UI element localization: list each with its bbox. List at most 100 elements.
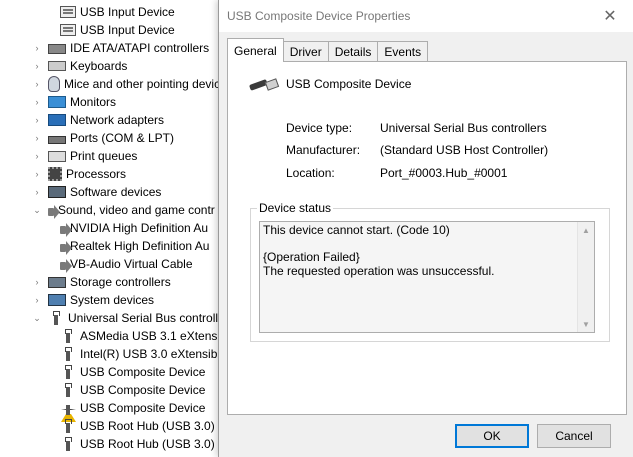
tree-item[interactable]: VB-Audio Virtual Cable (51, 255, 193, 273)
expand-chevron-icon[interactable]: ⌄ (32, 309, 42, 327)
tab-driver[interactable]: Driver (282, 41, 329, 62)
device-status-text: This device cannot start. (Code 10) {Ope… (263, 223, 495, 278)
tree-item-label: USB Input Device (80, 5, 175, 19)
software-icon (48, 186, 66, 198)
tree-item-label: USB Input Device (80, 23, 175, 37)
tab-strip: General Driver Details Events (227, 38, 429, 62)
tree-item[interactable]: › Processors (32, 165, 126, 183)
expand-chevron-icon[interactable]: › (32, 39, 42, 57)
monitor-icon (48, 96, 66, 108)
tree-item[interactable]: › Mice and other pointing devic (32, 75, 220, 93)
drive-icon (48, 44, 66, 54)
tree-item-label: Keyboards (70, 59, 128, 73)
device-type-label: Device type: (286, 121, 353, 135)
device-status-title: Device status (257, 201, 334, 215)
tree-item[interactable]: USB Input Device (51, 3, 175, 21)
tab-details[interactable]: Details (327, 41, 379, 62)
expand-chevron-icon[interactable]: › (32, 165, 42, 183)
hid-icon (60, 6, 76, 18)
tree-item-label: VB-Audio Virtual Cable (70, 257, 193, 271)
tree-item-label: Network adapters (70, 113, 165, 127)
expand-chevron-icon[interactable]: › (32, 111, 42, 129)
status-scrollbar[interactable]: ▲ ▼ (577, 222, 594, 332)
tree-item[interactable]: USB Composite Device (51, 399, 206, 422)
tree-item[interactable]: › Monitors (32, 93, 117, 111)
tree-item-label: USB Composite Device (80, 383, 206, 397)
tree-item-label: Sound, video and game contr (58, 203, 215, 217)
tree-item[interactable]: Realtek High Definition Au (51, 237, 209, 255)
tree-item-label: USB Root Hub (USB 3.0) (80, 419, 215, 433)
tree-item[interactable]: › Ports (COM & LPT) (32, 129, 175, 147)
tree-item[interactable]: NVIDIA High Definition Au (51, 219, 208, 237)
close-icon[interactable]: ✕ (600, 6, 620, 26)
tree-item-label: IDE ATA/ATAPI controllers (70, 41, 210, 55)
speaker-icon (60, 258, 72, 273)
tree-item[interactable]: › Print queues (32, 147, 138, 165)
tree-item[interactable]: › System devices (32, 291, 155, 309)
expand-chevron-icon[interactable]: › (32, 129, 42, 147)
expand-chevron-icon[interactable]: › (32, 57, 42, 75)
device-type-value: Universal Serial Bus controllers (380, 121, 547, 135)
usb-warning-icon (60, 401, 76, 422)
tree-item[interactable]: › Software devices (32, 183, 162, 201)
expand-chevron-icon[interactable]: › (32, 93, 42, 111)
tree-item-label: Monitors (70, 95, 117, 109)
tree-item-label: USB Composite Device (80, 401, 206, 415)
ok-button[interactable]: OK (455, 424, 529, 448)
tree-item[interactable]: ASMedia USB 3.1 eXtensib (51, 327, 227, 345)
tree-item-label: Print queues (70, 149, 138, 163)
expand-chevron-icon[interactable]: › (32, 273, 42, 291)
tree-item[interactable]: › IDE ATA/ATAPI controllers (32, 39, 210, 57)
expand-chevron-icon[interactable]: ⌄ (32, 201, 42, 219)
expand-chevron-icon[interactable]: › (32, 75, 42, 93)
tree-item-label: Software devices (70, 185, 162, 199)
processor-icon (48, 167, 62, 181)
system-icon (48, 294, 66, 306)
manufacturer-value: (Standard USB Host Controller) (380, 143, 549, 157)
scroll-up-icon[interactable]: ▲ (578, 222, 594, 238)
tree-item[interactable]: USB Composite Device (51, 381, 205, 399)
tree-item-label: Intel(R) USB 3.0 eXtensible (80, 347, 227, 361)
printer-icon (48, 150, 66, 162)
tree-item-label: Realtek High Definition Au (70, 239, 210, 253)
hid-icon (60, 24, 76, 36)
tree-item[interactable]: USB Composite Device (51, 363, 205, 381)
expand-chevron-icon[interactable]: › (32, 291, 42, 309)
tree-item[interactable]: › Keyboards (32, 57, 128, 75)
manufacturer-label: Manufacturer: (286, 143, 361, 157)
tree-item[interactable]: Intel(R) USB 3.0 eXtensible (51, 345, 227, 363)
device-status-textbox[interactable]: This device cannot start. (Code 10) {Ope… (259, 221, 595, 333)
tree-item-label: Storage controllers (70, 275, 171, 289)
usb-icon (60, 437, 76, 451)
expand-chevron-icon[interactable]: › (32, 183, 42, 201)
tree-item[interactable]: ⌄ Universal Serial Bus controlle (32, 309, 225, 327)
tab-events[interactable]: Events (377, 41, 429, 62)
location-value: Port_#0003.Hub_#0001 (380, 166, 508, 180)
tree-item[interactable]: › Storage controllers (32, 273, 171, 291)
speaker-icon (60, 222, 72, 237)
location-label: Location: (286, 166, 335, 180)
tree-item[interactable]: USB Root Hub (USB 3.0) (51, 417, 215, 435)
tree-item-label: NVIDIA High Definition Au (70, 221, 209, 235)
dialog-titlebar[interactable]: USB Composite Device Properties ✕ (219, 0, 633, 32)
tab-general[interactable]: General (227, 38, 284, 62)
tree-item[interactable]: USB Input Device (51, 21, 175, 39)
tree-item[interactable]: USB Root Hub (USB 3.0) (51, 435, 215, 453)
tree-item-label: USB Root Hub (USB 3.0) (80, 437, 215, 451)
tree-item[interactable]: ⌄ Sound, video and game contr (32, 201, 215, 219)
speaker-icon (60, 240, 72, 255)
expand-chevron-icon[interactable]: › (32, 147, 42, 165)
cancel-button[interactable]: Cancel (537, 424, 611, 448)
tree-item[interactable]: › Network adapters (32, 111, 165, 129)
mouse-icon (48, 76, 60, 92)
properties-dialog: USB Composite Device Properties ✕ Genera… (218, 0, 633, 457)
scroll-down-icon[interactable]: ▼ (578, 316, 594, 332)
